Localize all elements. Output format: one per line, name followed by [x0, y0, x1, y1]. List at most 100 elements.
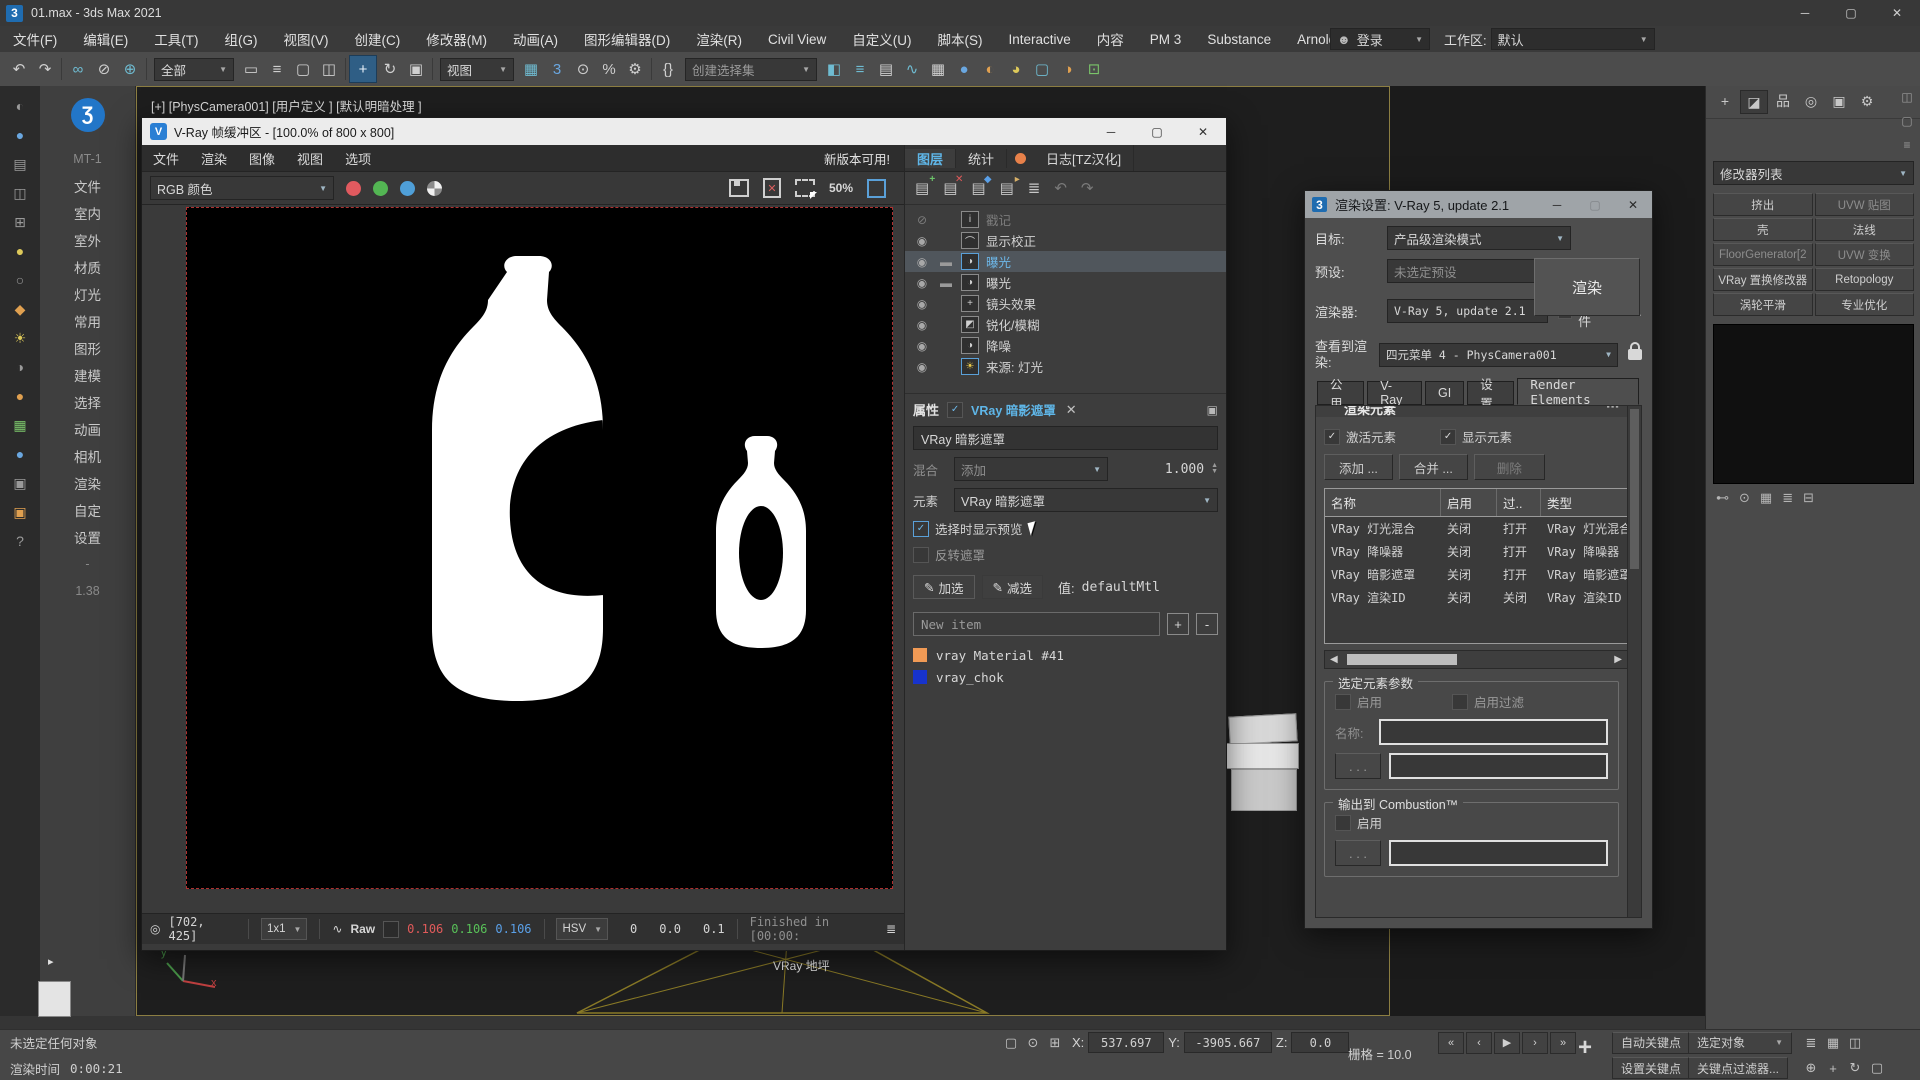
modifier-button[interactable]: 专业优化: [1815, 293, 1915, 316]
modifier-button[interactable]: 挤出: [1713, 193, 1813, 216]
menu-item[interactable]: 创建(C): [342, 29, 414, 49]
scene-explorer-icon[interactable]: ≡: [1903, 138, 1910, 152]
render-frame-icon[interactable]: ◕: [1003, 56, 1029, 82]
zoom-level[interactable]: 50%: [829, 181, 853, 195]
combustion-enable-checkbox[interactable]: [1335, 815, 1351, 831]
light-tool-icon[interactable]: ☀: [10, 328, 30, 348]
element-dropdown[interactable]: VRay 暗影遮罩▼: [954, 488, 1218, 512]
keyboard-shortcut-icon[interactable]: ▦: [1822, 1033, 1844, 1053]
pin-stack-icon[interactable]: ⊷: [1716, 490, 1729, 506]
render-settings-titlebar[interactable]: 3 渲染设置: V-Ray 5, update 2.1 ─ ▢ ✕: [1305, 191, 1652, 218]
named-selection-icon[interactable]: {}: [655, 56, 681, 82]
open-containers-icon[interactable]: ⊡: [1081, 56, 1107, 82]
menu-item[interactable]: 文件(F): [0, 29, 70, 49]
visibility-eye-icon[interactable]: ◉: [913, 234, 931, 248]
element-name-field[interactable]: [1379, 719, 1608, 745]
spinner-snap-icon[interactable]: ⚙: [622, 56, 648, 82]
menu-item[interactable]: 组(G): [212, 29, 271, 49]
rendered-image[interactable]: [186, 207, 893, 889]
undo-icon[interactable]: ↶: [6, 56, 32, 82]
blue-channel-icon[interactable]: [400, 181, 415, 196]
load-layers-icon[interactable]: ▤ ▸: [1000, 179, 1014, 197]
select-rotate-icon[interactable]: ↻: [377, 56, 403, 82]
menu-item[interactable]: 自定义(U): [839, 29, 924, 49]
layer-row[interactable]: ◉ ◑ 降噪: [905, 335, 1226, 356]
selection-filter-dropdown[interactable]: 全部▼: [154, 58, 234, 81]
modify-tab-icon[interactable]: ◪: [1740, 90, 1768, 114]
percent-snap-icon[interactable]: %: [596, 56, 622, 82]
menu-item[interactable]: 动画(A): [500, 29, 571, 49]
dock-category-item[interactable]: 渲染: [74, 472, 101, 493]
layer-manager-icon[interactable]: ▤: [873, 56, 899, 82]
named-selection-set-dropdown[interactable]: 创建选择集▼: [685, 58, 817, 81]
save-image-icon[interactable]: [729, 179, 749, 197]
add-layer-icon[interactable]: ▤ +: [915, 179, 929, 197]
combustion-browse-button[interactable]: . . .: [1335, 840, 1381, 866]
visibility-eye-icon[interactable]: ◉: [913, 339, 931, 353]
modifier-button[interactable]: VRay 置换修改器: [1713, 268, 1813, 291]
scrollbar-thumb[interactable]: [1347, 654, 1457, 665]
visibility-eye-icon[interactable]: ⊘: [913, 213, 931, 227]
layer-row[interactable]: ⊘ i 戳记: [905, 209, 1226, 230]
render-iterative-icon[interactable]: ◑: [1055, 56, 1081, 82]
lock-view-icon[interactable]: [1628, 349, 1642, 360]
auto-key-button[interactable]: 自动关键点: [1612, 1032, 1690, 1054]
dialog-close-button[interactable]: ✕: [1614, 191, 1652, 218]
material-ball-blue-icon[interactable]: ●: [10, 125, 30, 145]
add-element-button[interactable]: 添加 ...: [1324, 454, 1393, 480]
login-button[interactable]: ☻ 登录 ▼: [1330, 28, 1430, 50]
table-header-cell[interactable]: 名称: [1325, 489, 1441, 516]
color-picker-icon[interactable]: ◎: [150, 922, 160, 936]
select-object-icon[interactable]: ▭: [238, 56, 264, 82]
render-settings-tab[interactable]: GI: [1425, 381, 1464, 405]
unlink-icon[interactable]: ⊘: [91, 56, 117, 82]
hsv-dropdown[interactable]: HSV▼: [556, 918, 608, 940]
layer-row[interactable]: ◉ ☀ 来源: 灯光: [905, 356, 1226, 377]
dock-category-item[interactable]: 图形: [74, 337, 101, 358]
remove-layer-icon[interactable]: ▤ ✕: [943, 179, 957, 197]
blend-amount[interactable]: 1.000: [1165, 462, 1204, 477]
green-channel-icon[interactable]: [373, 181, 388, 196]
dock-category-item[interactable]: 常用: [74, 310, 101, 331]
angle-snap-icon[interactable]: ⊙: [570, 56, 596, 82]
render-settings-tab[interactable]: Render Elements: [1517, 378, 1639, 405]
spinner-arrows[interactable]: ▲▼: [1211, 463, 1218, 475]
motion-tab-icon[interactable]: ◎: [1798, 90, 1824, 112]
go-end-icon[interactable]: »: [1550, 1032, 1576, 1054]
red-channel-icon[interactable]: [346, 181, 361, 196]
dock-category-item[interactable]: 自定: [74, 499, 101, 520]
display-elements-checkbox[interactable]: ✓: [1440, 429, 1456, 445]
panel-tool-icon[interactable]: ◫: [10, 183, 30, 203]
menu-item[interactable]: PM 3: [1137, 32, 1195, 47]
view-reference-dropdown[interactable]: 视图▼: [440, 58, 514, 81]
curve-editor-icon[interactable]: ∿: [899, 56, 925, 82]
scroll-right-icon[interactable]: ▶: [1609, 654, 1627, 665]
play-icon[interactable]: ▶: [1494, 1032, 1520, 1054]
sphere-small-icon[interactable]: ●: [10, 444, 30, 464]
add-select-button[interactable]: ✎ 加选: [913, 575, 975, 599]
modifier-button[interactable]: 壳: [1713, 218, 1813, 241]
next-frame-icon[interactable]: ›: [1522, 1032, 1548, 1054]
dock-category-item[interactable]: MT-1: [73, 148, 101, 169]
green-grid-icon[interactable]: ▦: [10, 415, 30, 435]
viewport-label[interactable]: [+] [PhysCamera001] [用户定义 ] [默认明暗处理 ]: [151, 96, 422, 115]
maximize-viewport-icon[interactable]: ▢: [1866, 1058, 1888, 1078]
snap-3d-icon[interactable]: 3: [544, 56, 570, 82]
orbit-icon[interactable]: ↻: [1844, 1058, 1866, 1078]
minimize-button[interactable]: ─: [1782, 0, 1828, 26]
new-item-input[interactable]: New item: [913, 612, 1160, 636]
table-header-cell[interactable]: 类型: [1541, 489, 1627, 516]
render-settings-tab[interactable]: V-Ray: [1367, 381, 1422, 405]
z-coordinate-field[interactable]: 0.0: [1291, 1032, 1349, 1053]
table-row[interactable]: VRay 灯光混合 关闭 打开 VRay 灯光混合: [1325, 517, 1627, 540]
create-tab-icon[interactable]: +: [1712, 90, 1738, 112]
help-icon[interactable]: ?: [10, 531, 30, 551]
merge-element-button[interactable]: 合并 ...: [1399, 454, 1468, 480]
maxscript-listener-icon[interactable]: ≣: [1800, 1033, 1822, 1053]
material-ball-yellow-icon[interactable]: ●: [10, 241, 30, 261]
table-row[interactable]: VRay 暗影遮罩 关闭 打开 VRay 暗影遮罩: [1325, 563, 1627, 586]
visibility-eye-icon[interactable]: ◉: [913, 255, 931, 269]
view-to-render-dropdown[interactable]: 四元菜单 4 - PhysCamera001▼: [1379, 343, 1618, 367]
blend-mode-dropdown[interactable]: 添加▼: [954, 457, 1108, 481]
float-panel-icon[interactable]: ▢: [1901, 114, 1912, 128]
